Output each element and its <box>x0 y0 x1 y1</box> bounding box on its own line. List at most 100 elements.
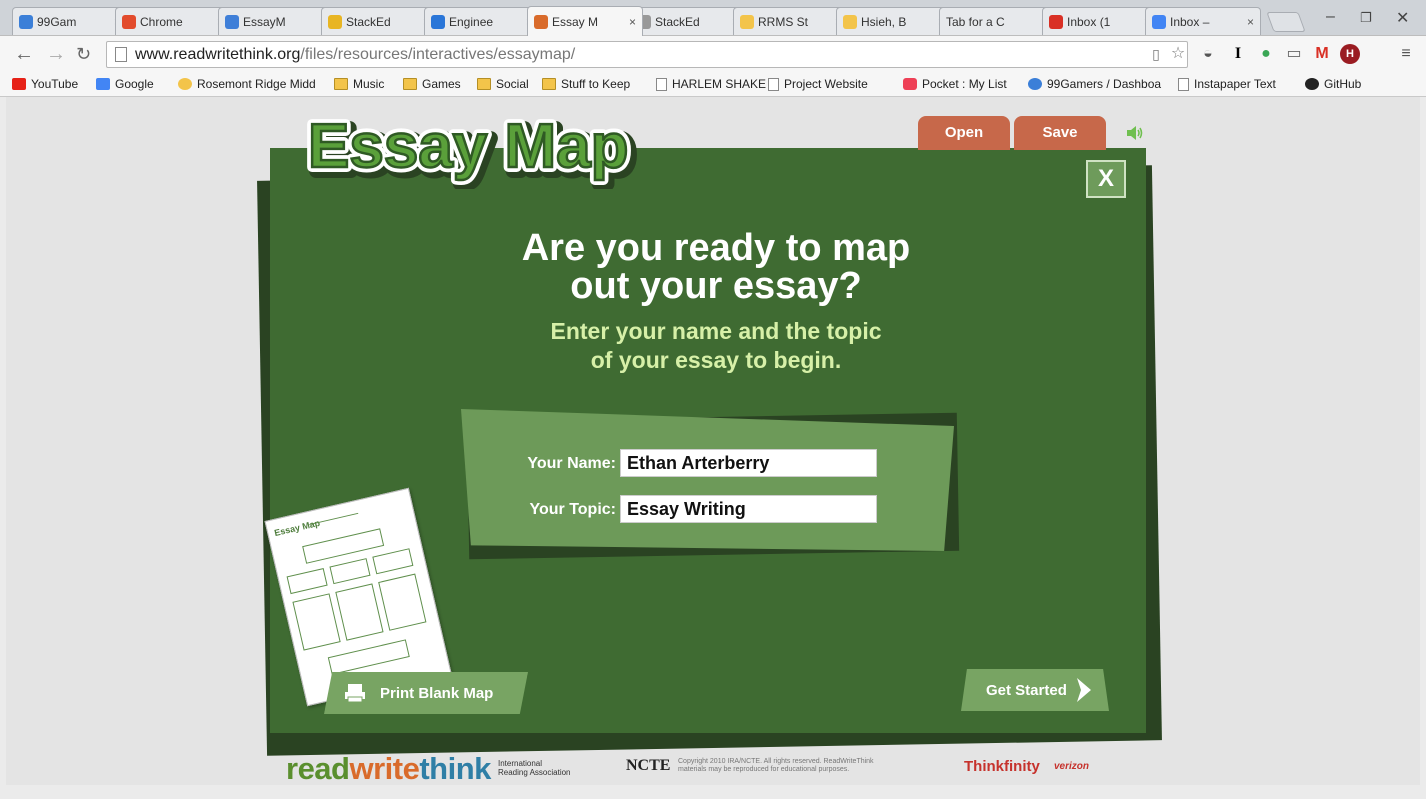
folder-icon <box>477 78 491 90</box>
extension-h-icon[interactable]: H <box>1340 44 1360 64</box>
bookmarks-bar: YouTube Google Rosemont Ridge Midd Music Gam… <box>0 73 1426 97</box>
folder-icon <box>403 78 417 90</box>
url-host: www.readwritethink.org <box>135 46 301 63</box>
document-icon <box>1178 77 1189 91</box>
close-window-icon[interactable]: ✕ <box>1396 8 1409 28</box>
chrome-web-store-icon <box>122 14 136 29</box>
new-tab-button[interactable] <box>1266 12 1306 32</box>
bookmark-item[interactable]: Project Website <box>768 77 868 91</box>
subline-line-2: of your essay to begin. <box>590 347 842 373</box>
youtube-icon <box>12 78 26 90</box>
browser-tab[interactable]: Tab for a C× <box>939 7 1055 35</box>
form-panel <box>461 409 954 551</box>
topic-input[interactable] <box>620 495 877 523</box>
save-button[interactable]: Save <box>1014 116 1106 150</box>
browser-tab[interactable]: Enginee× <box>424 7 540 35</box>
document-icon <box>656 77 667 91</box>
address-bar[interactable]: www.readwritethink.org/files/resources/i… <box>106 41 1188 68</box>
bookmark-item[interactable]: Instapaper Text <box>1178 77 1276 91</box>
thinkfinity-logo[interactable]: Thinkfinity <box>964 758 1040 775</box>
tab-title: Hsieh, B <box>861 14 907 29</box>
bookmark-star-icon[interactable]: ☆ <box>1168 44 1188 64</box>
browser-tab[interactable]: RRMS St× <box>733 7 849 35</box>
url-path: /files/resources/interactives/essaymap/ <box>300 46 576 63</box>
tab-title: 99Gam <box>37 14 77 29</box>
reload-icon[interactable]: ↻ <box>76 44 91 64</box>
bookmark-label: Instapaper Text <box>1194 77 1276 91</box>
get-started-label: Get Started <box>986 681 1067 699</box>
bookmark-item[interactable]: Social <box>477 77 529 91</box>
tab-title: Inbox – <box>1170 14 1210 29</box>
bookmark-item[interactable]: 99Gamers / Dashboa <box>1028 77 1161 91</box>
browser-tab[interactable]: StackEd× <box>321 7 437 35</box>
bookmark-item[interactable]: GitHub <box>1305 77 1361 91</box>
stackedit-icon <box>328 14 342 29</box>
forward-icon[interactable]: → <box>46 44 66 64</box>
essaymap-icon <box>225 14 239 29</box>
browser-tab[interactable]: Inbox (1× <box>1042 7 1158 35</box>
bookmark-item[interactable]: Stuff to Keep <box>542 77 630 91</box>
tab-title: RRMS St <box>758 14 809 29</box>
bookmark-label: YouTube <box>31 77 79 91</box>
bookmark-label: Stuff to Keep <box>561 77 631 91</box>
browser-tab[interactable]: 99Gam× <box>12 7 128 35</box>
minimize-icon[interactable]: – <box>1326 8 1335 26</box>
ira-logo[interactable]: International Reading Association <box>498 759 571 777</box>
get-started-button[interactable]: Get Started <box>961 669 1109 711</box>
back-icon[interactable]: ← <box>14 44 34 64</box>
bookmark-label: GitHub <box>1324 77 1362 91</box>
speaker-icon[interactable] <box>1126 125 1144 141</box>
pocket-icon <box>903 78 917 90</box>
browser-tab[interactable]: EssayM× <box>218 7 334 35</box>
bookmark-item[interactable]: Pocket : My List <box>903 77 1007 91</box>
browser-tab[interactable]: Hsieh, B× <box>836 7 952 35</box>
bookmark-item[interactable]: YouTube <box>12 77 78 91</box>
topic-label: Your Topic: <box>529 501 616 518</box>
arrow-right-icon <box>1076 678 1091 702</box>
tab-strip: 99Gam×Chrome×EssayM×StackEd×Enginee×Essa… <box>0 0 1426 36</box>
browser-tab[interactable]: Inbox – × <box>1145 7 1261 35</box>
tab-title: Tab for a C <box>946 14 1005 29</box>
folder-icon <box>334 78 348 90</box>
pocket-icon[interactable]: ◒ <box>1198 44 1218 64</box>
inbox-icon <box>1152 14 1166 29</box>
gmail-icon[interactable]: M <box>1312 44 1332 64</box>
verizon-foundation-logo[interactable]: verizon <box>1054 761 1089 772</box>
page-area: Essay Map Essay Map Essay Map Open Save … <box>6 97 1420 787</box>
tab-close-icon[interactable]: × <box>629 15 636 29</box>
tab-close-icon[interactable]: × <box>1247 15 1254 29</box>
bookmark-item[interactable]: Rosemont Ridge Midd <box>178 77 316 91</box>
tab-title: Enginee <box>449 14 494 29</box>
headline-line-1: Are you ready to map <box>521 227 911 269</box>
bookmark-item[interactable]: Music <box>334 77 384 91</box>
browser-tab[interactable]: Essay M × <box>527 6 643 36</box>
cast-icon[interactable]: ▭ <box>1284 44 1304 64</box>
bookmark-item[interactable]: Games <box>403 77 461 91</box>
menu-icon[interactable]: ≡ <box>1396 44 1416 64</box>
bookmark-label: Pocket : My List <box>922 77 1007 91</box>
document-icon <box>768 77 779 91</box>
bookmark-item[interactable]: HARLEM SHAKE <box>656 77 766 91</box>
close-button[interactable]: X <box>1086 160 1126 198</box>
restore-icon[interactable]: ❐ <box>1360 10 1372 26</box>
browser-tab[interactable]: Chrome× <box>115 7 231 35</box>
essay-map-logo: Essay Map Essay Map Essay Map <box>303 107 640 189</box>
reader-icon[interactable]: ▯ <box>1146 44 1166 64</box>
bookmark-label: Games <box>422 77 461 91</box>
instapaper-icon[interactable]: I <box>1228 44 1248 64</box>
name-label: Your Name: <box>527 455 616 472</box>
bookmark-item[interactable]: Google <box>96 77 154 91</box>
svg-text:Essay Map: Essay Map <box>308 112 629 181</box>
bookmark-label: Music <box>353 77 385 91</box>
evernote-icon[interactable]: ● <box>1256 44 1276 64</box>
browser-tab[interactable]: StackEd× <box>630 7 746 35</box>
ncte-logo[interactable]: NCTE <box>626 757 670 775</box>
rwt-icon <box>534 14 548 29</box>
name-input[interactable] <box>620 449 877 477</box>
print-blank-map-button[interactable]: Print Blank Map <box>324 672 528 714</box>
subline-line-1: Enter your name and the topic <box>550 318 882 344</box>
open-button[interactable]: Open <box>918 116 1010 150</box>
dropbox-icon <box>431 14 445 29</box>
bookmark-label: Project Website <box>784 77 868 91</box>
readwritethink-logo[interactable]: readwritethink <box>286 751 491 787</box>
